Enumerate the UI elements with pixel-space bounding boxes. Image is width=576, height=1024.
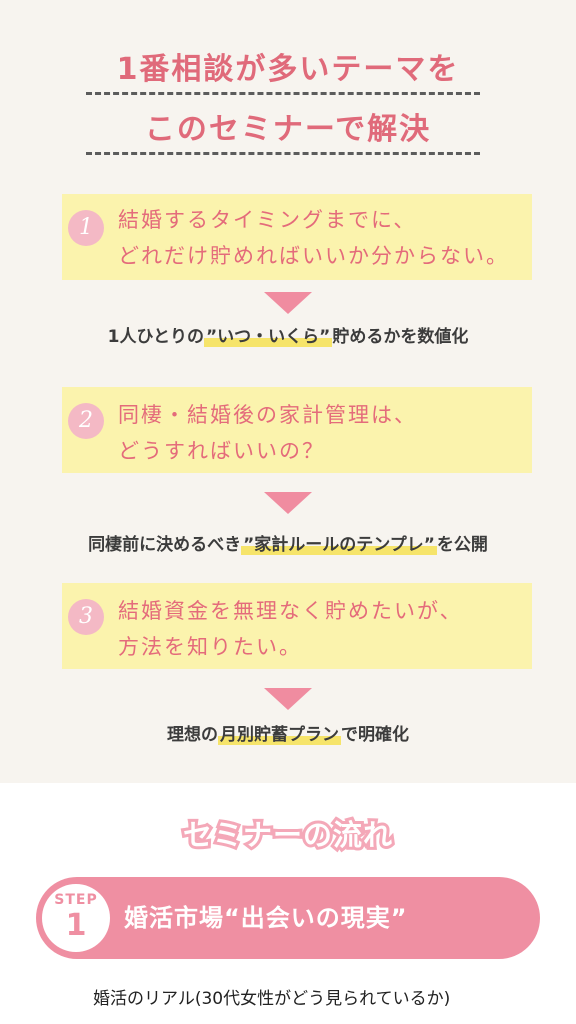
title-divider-2	[86, 152, 480, 155]
solution-text-1: 1人ひとりの ”いつ・いくら” 貯めるかを数値化	[0, 322, 576, 347]
down-arrow-icon	[264, 492, 312, 514]
step-label: STEP	[54, 892, 98, 908]
problem-text-line-1: 結婚資金を無理なく貯めたいが、	[118, 599, 463, 623]
number-badge: 2	[68, 403, 104, 439]
problem-card-3: 3 結婚資金を無理なく貯めたいが、 方法を知りたい。	[62, 583, 532, 669]
seminar-flow-title: セミナーの流れ	[180, 815, 395, 855]
solution-prefix: 1人ひとりの	[107, 327, 204, 347]
down-arrow-icon	[264, 688, 312, 710]
number-badge: 3	[68, 599, 104, 635]
step-badge: STEP 1	[42, 884, 110, 952]
problem-text-line-2: どうすればいいの？	[118, 439, 325, 463]
solution-prefix: 同棲前に決めるべき	[88, 535, 242, 555]
solution-suffix: 貯めるかを数値化	[332, 327, 469, 347]
problem-text-line-2: どれだけ貯めればいいか分からない。	[118, 244, 509, 268]
down-arrow-icon	[264, 292, 312, 314]
solution-highlight: ”家計ルールのテンプレ”	[241, 535, 437, 555]
step-title: 婚活市場“出会いの現実”	[124, 904, 408, 932]
page-title-line-2: このセミナーで解決	[144, 112, 432, 147]
problem-text-line-1: 同棲・結婚後の家計管理は、	[118, 403, 417, 427]
step-description: 婚活のリアル(30代女性がどう見られているか)	[93, 989, 451, 1009]
solution-suffix: で明確化	[341, 725, 409, 745]
title-divider-1	[86, 92, 480, 95]
solution-text-3: 理想の 月別貯蓄プラン で明確化	[0, 720, 576, 745]
solution-text-2: 同棲前に決めるべき ”家計ルールのテンプレ” を公開	[0, 530, 576, 555]
page-title-line-1: 1番相談が多いテーマを	[116, 52, 460, 87]
problem-text-line-1: 結婚するタイミングまでに、	[118, 208, 417, 232]
problem-card-2: 2 同棲・結婚後の家計管理は、 どうすればいいの？	[62, 387, 532, 473]
number-badge: 1	[68, 210, 104, 246]
solution-highlight: ”いつ・いくら”	[203, 327, 333, 347]
problem-text-line-2: 方法を知りたい。	[118, 635, 302, 659]
solution-highlight: 月別貯蓄プラン	[218, 725, 341, 745]
step-number: 1	[65, 908, 87, 943]
solution-prefix: 理想の	[167, 725, 218, 745]
solution-suffix: を公開	[436, 535, 488, 555]
problem-card-1: 1 結婚するタイミングまでに、 どれだけ貯めればいいか分からない。	[62, 194, 532, 280]
